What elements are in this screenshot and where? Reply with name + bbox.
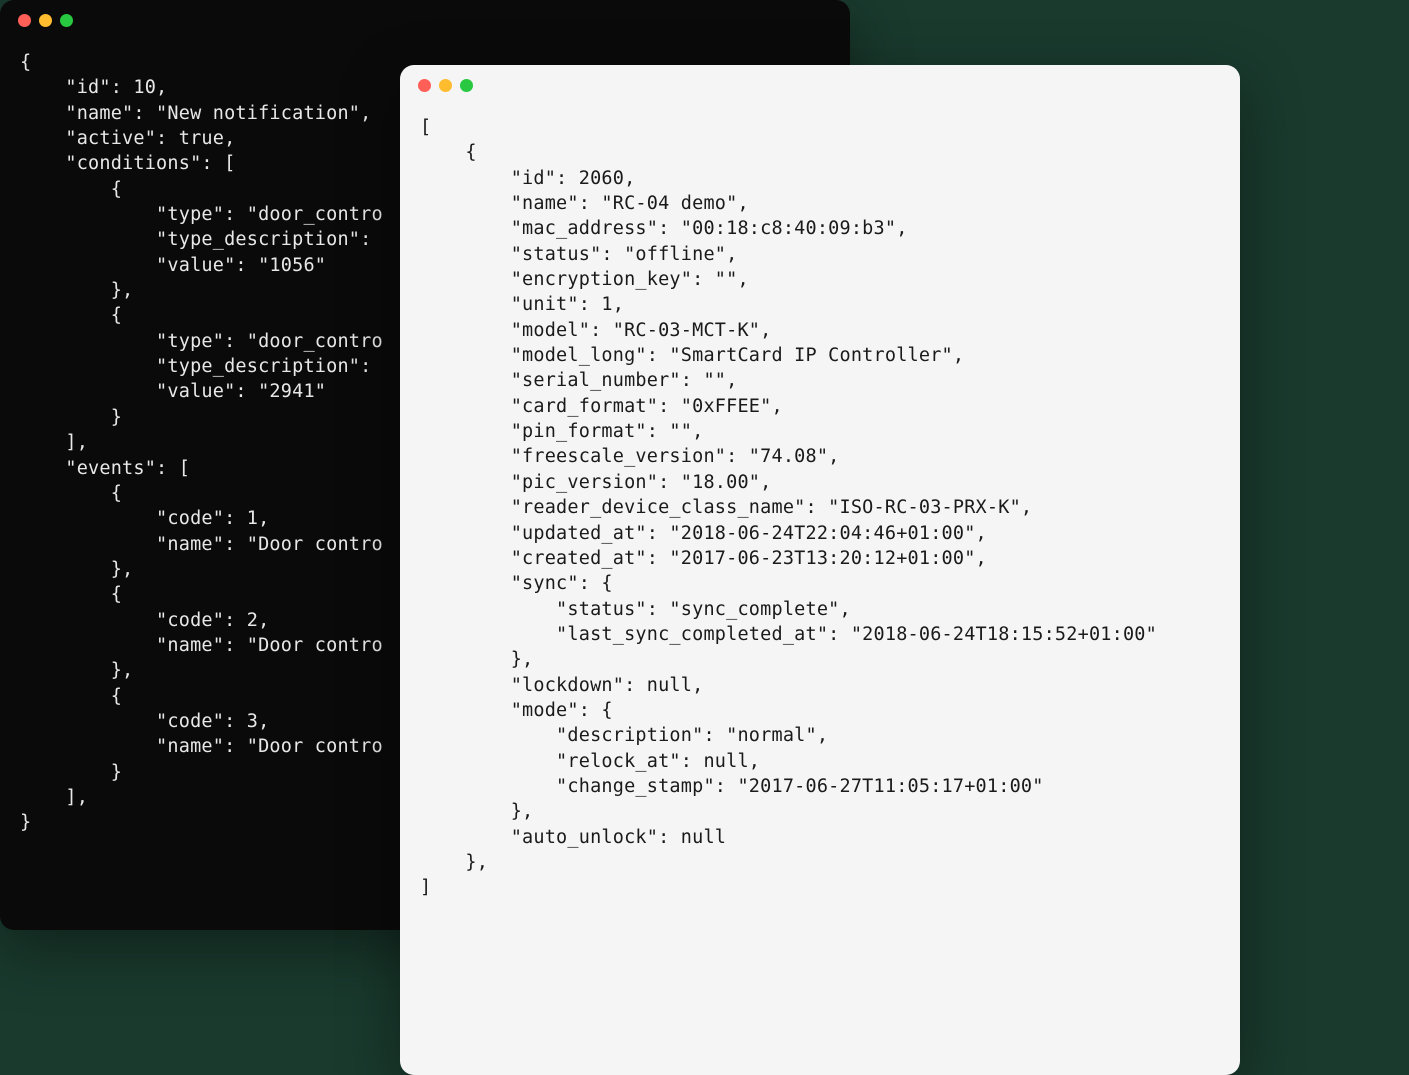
- minimize-icon[interactable]: [439, 79, 452, 92]
- maximize-icon[interactable]: [60, 14, 73, 27]
- terminal-window-light: [ { "id": 2060, "name": "RC-04 demo", "m…: [400, 65, 1240, 1075]
- minimize-icon[interactable]: [39, 14, 52, 27]
- close-icon[interactable]: [418, 79, 431, 92]
- titlebar-dark: [0, 0, 850, 40]
- titlebar-light: [400, 65, 1240, 105]
- code-content-light: [ { "id": 2060, "name": "RC-04 demo", "m…: [400, 105, 1240, 921]
- close-icon[interactable]: [18, 14, 31, 27]
- maximize-icon[interactable]: [460, 79, 473, 92]
